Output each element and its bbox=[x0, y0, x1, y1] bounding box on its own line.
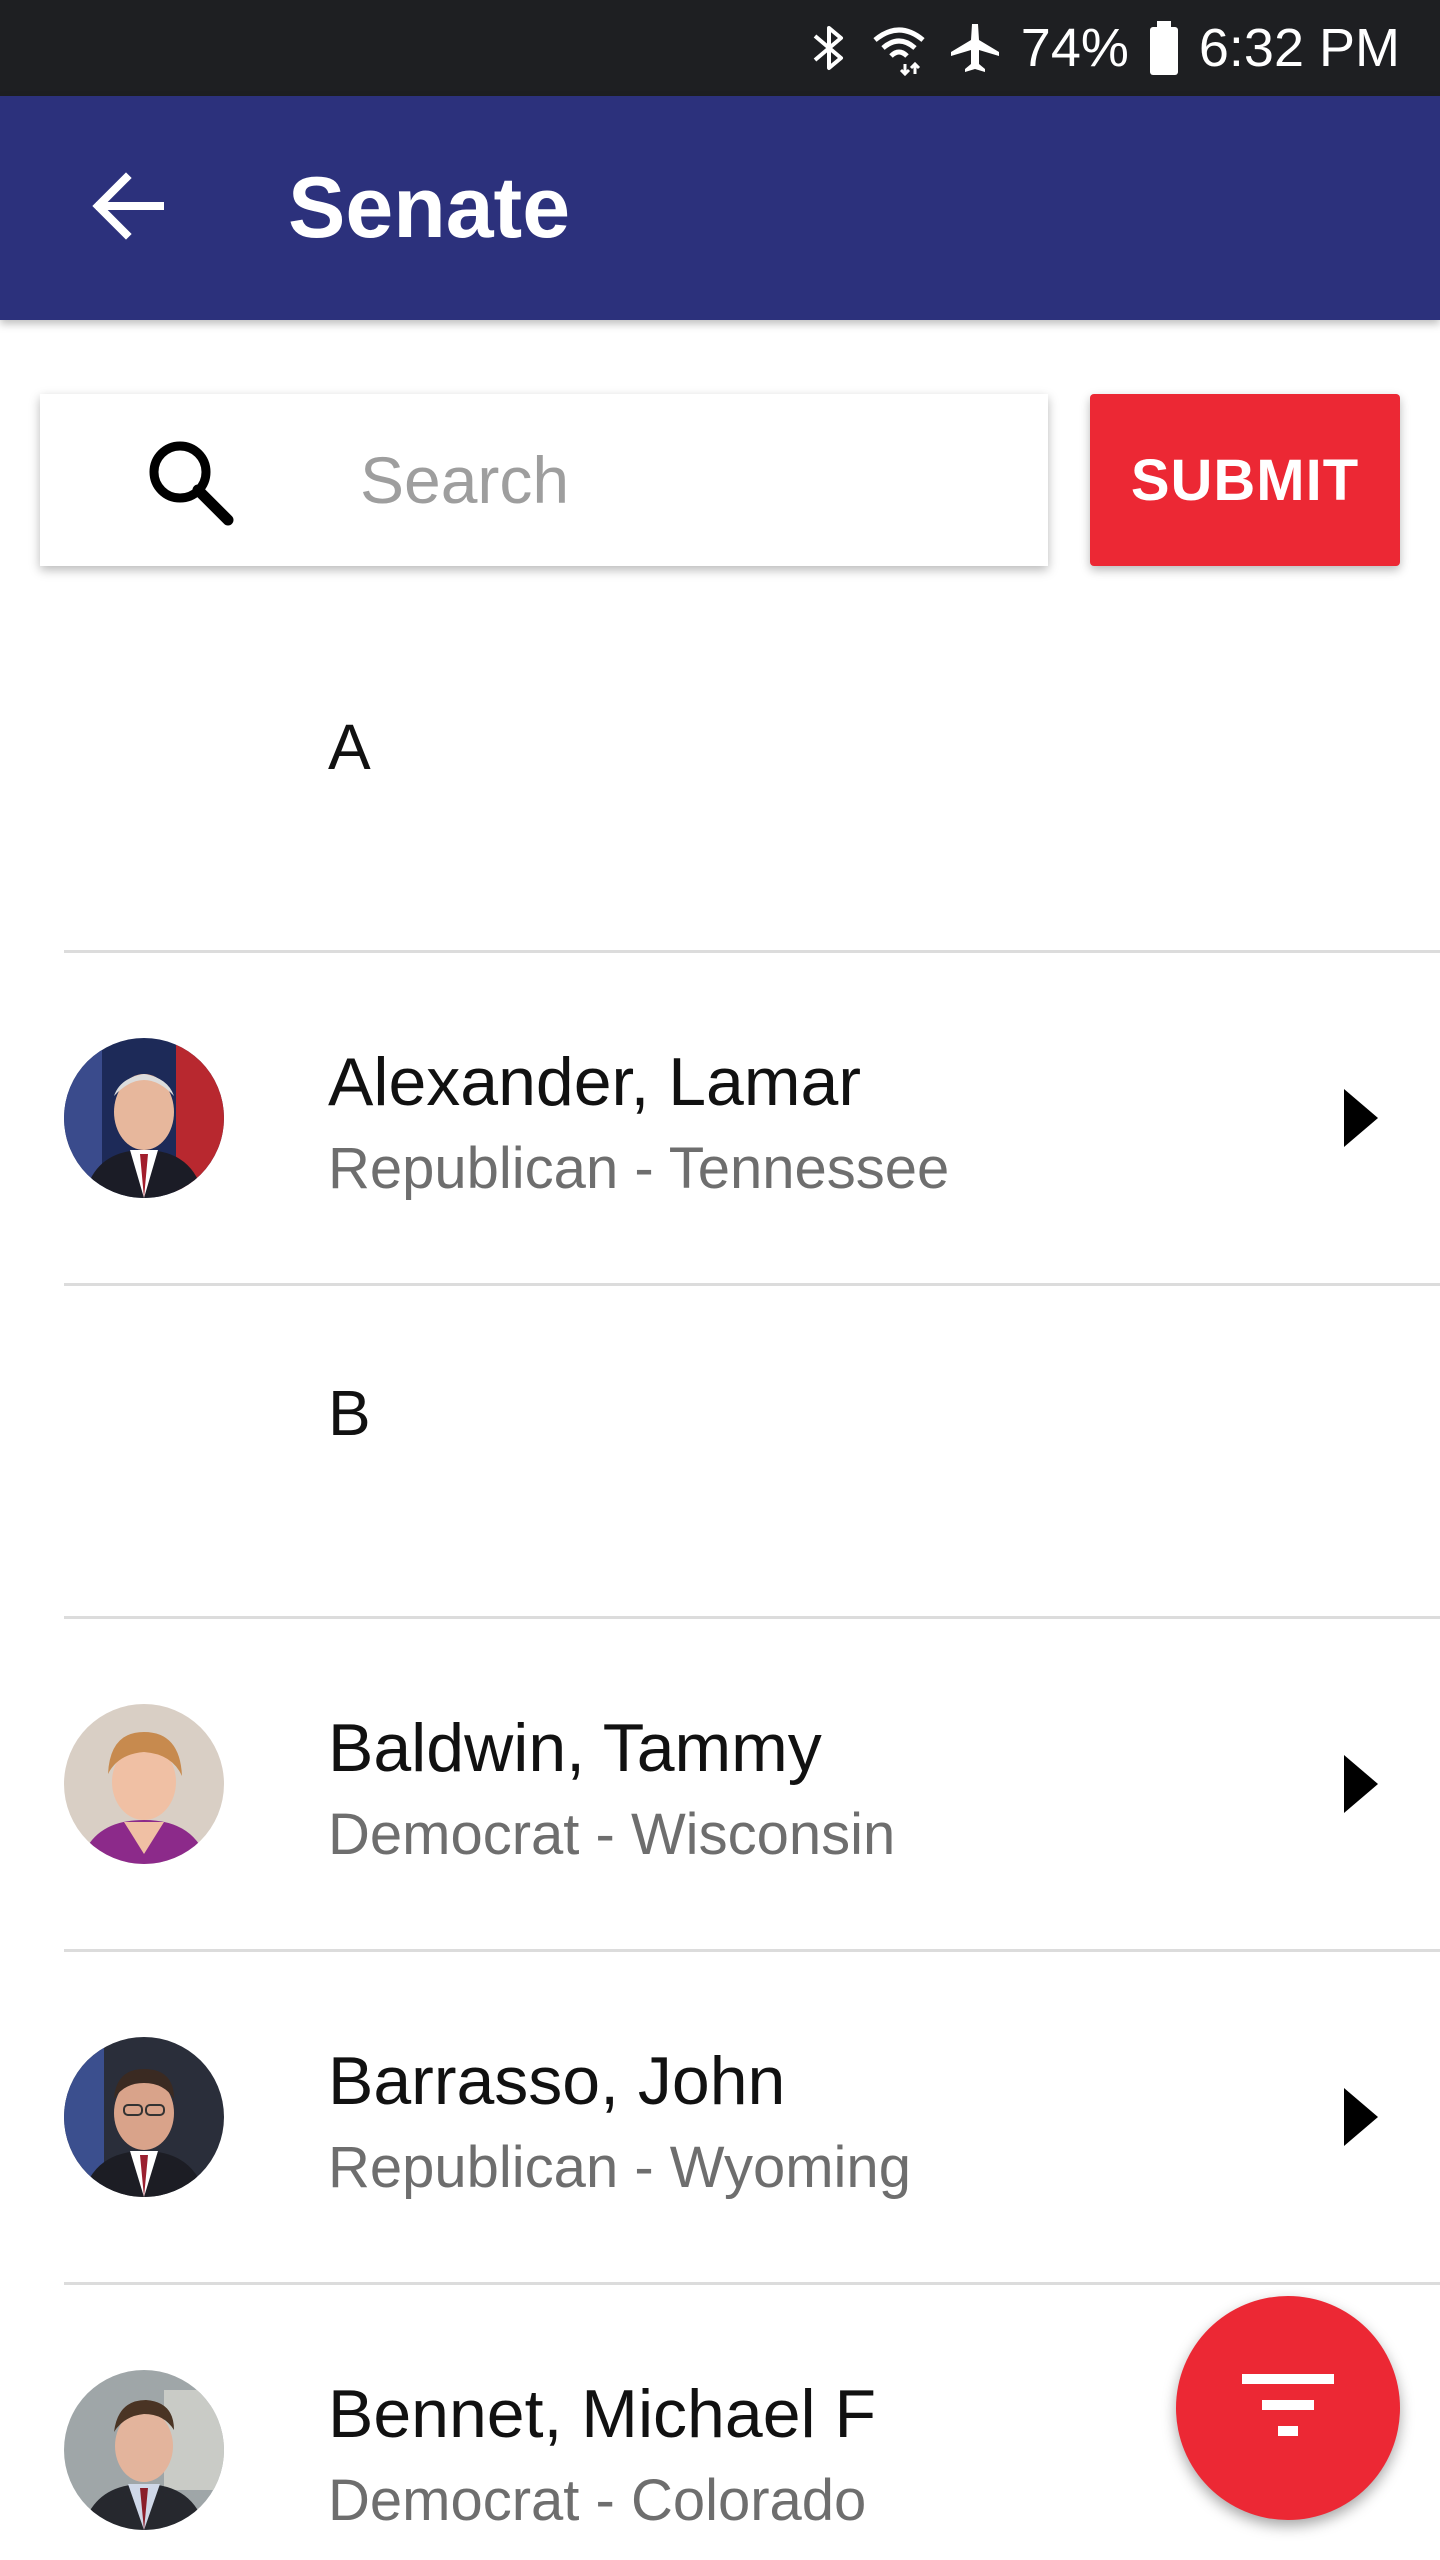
senator-name: Alexander, Lamar bbox=[328, 1044, 861, 1120]
search-input[interactable] bbox=[360, 430, 1000, 530]
avatar bbox=[64, 1704, 224, 1864]
section-letter: B bbox=[328, 1377, 371, 1449]
bluetooth-icon bbox=[807, 20, 851, 76]
senator-row-barrasso[interactable]: Barrasso, John Republican - Wyoming bbox=[64, 1952, 1440, 2285]
chevron-right-icon bbox=[1330, 1749, 1390, 1819]
section-header-a: A bbox=[64, 620, 1440, 953]
search-box[interactable] bbox=[40, 394, 1048, 566]
status-icons: 74% 6:32 PM bbox=[807, 0, 1400, 96]
status-time: 6:32 PM bbox=[1198, 18, 1400, 78]
filter-button[interactable] bbox=[1176, 2296, 1400, 2520]
senator-name: Bennet, Michael F bbox=[328, 2376, 877, 2452]
status-bar: 74% 6:32 PM bbox=[0, 0, 1440, 96]
airplane-mode-icon bbox=[947, 20, 1003, 76]
page-title: Senate bbox=[288, 160, 571, 256]
senator-party-state: Republican - Tennessee bbox=[328, 1136, 950, 1201]
chevron-right-icon bbox=[1330, 2082, 1390, 2152]
app-bar: Senate bbox=[0, 96, 1440, 320]
senator-row-baldwin[interactable]: Baldwin, Tammy Democrat - Wisconsin bbox=[64, 1619, 1440, 1952]
avatar bbox=[64, 2037, 224, 2197]
filter-icon bbox=[1238, 2366, 1338, 2451]
senator-row-alexander[interactable]: Alexander, Lamar Republican - Tennessee bbox=[64, 953, 1440, 1286]
section-letter: A bbox=[328, 711, 371, 783]
section-header-b: B bbox=[64, 1286, 1440, 1619]
arrow-back-icon bbox=[88, 166, 168, 251]
battery-percent: 74% bbox=[1020, 18, 1129, 78]
avatar bbox=[64, 1038, 224, 1198]
back-button[interactable] bbox=[72, 152, 184, 264]
search-icon bbox=[140, 432, 240, 532]
chevron-right-icon bbox=[1330, 1083, 1390, 1153]
senator-party-state: Republican - Wyoming bbox=[328, 2135, 911, 2200]
senator-list: A Alexander, Lamar Republican - Tennesse… bbox=[0, 620, 1440, 2560]
battery-icon bbox=[1147, 19, 1181, 77]
senator-name: Barrasso, John bbox=[328, 2043, 786, 2119]
senator-party-state: Democrat - Wisconsin bbox=[328, 1802, 896, 1867]
senator-name: Baldwin, Tammy bbox=[328, 1710, 822, 1786]
submit-button[interactable]: SUBMIT bbox=[1090, 394, 1400, 566]
senate-screen: 74% 6:32 PM Senate Search SUBMIT A Alexa… bbox=[0, 0, 1440, 2560]
senator-party-state: Democrat - Colorado bbox=[328, 2468, 867, 2533]
wifi-icon bbox=[869, 20, 929, 76]
avatar bbox=[64, 2370, 224, 2530]
